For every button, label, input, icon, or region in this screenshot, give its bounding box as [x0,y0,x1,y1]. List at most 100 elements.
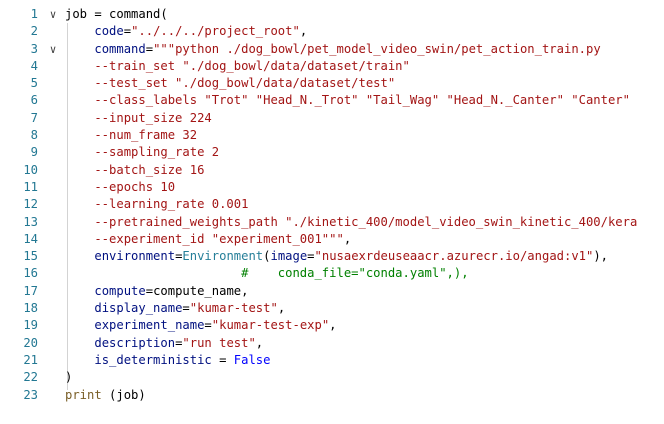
code-token: compute [94,283,146,298]
code-token: job = command( [65,7,168,21]
code-token: --num_frame 32 [65,128,198,143]
code-line[interactable]: 11 --epochs 10 [0,179,664,196]
code-token: "kumar-test" [189,301,278,316]
code-text: code="../../../project_root", [65,23,307,40]
code-token: command [94,41,146,56]
code-token: --input_size 224 [65,110,212,125]
code-editor[interactable]: 1 ∨ job = command(2 code="../../../project… [0,0,664,424]
code-line[interactable]: 23 print (job) [0,387,664,404]
code-line[interactable]: 9 --sampling_rate 2 [0,144,664,161]
code-token: "run test" [182,335,256,350]
code-text: is_deterministic = False [65,352,270,369]
code-token: --test_set "./dog_bowl/data/dataset/test… [65,76,396,91]
fold-chevron-icon[interactable]: ∨ [46,6,60,23]
code-token: (job) [101,387,146,402]
code-line[interactable]: 18 display_name="kumar-test", [0,300,664,317]
line-number: 7 [30,110,38,125]
line-number: 13 [23,214,38,229]
line-number: 11 [23,179,38,194]
code-token: False [233,352,271,367]
code-token: , [329,318,337,333]
code-line[interactable]: 2 code="../../../project_root", [0,23,664,40]
line-number: 9 [30,145,38,160]
line-number: 2 [30,24,38,39]
code-line[interactable]: 6 --class_labels "Trot" "Head_N._Trot" "… [0,92,664,109]
code-token: =compute_name, [145,283,249,298]
line-number: 1 [30,7,38,21]
code-line[interactable]: 22) [0,369,664,386]
code-token: , [299,24,308,39]
code-text: --class_labels "Trot" "Head_N._Trot" "Ta… [65,92,630,109]
code-token: description [94,335,176,350]
line-number: 15 [23,249,38,264]
code-token: --sampling_rate 2 [65,145,220,160]
line-number: 12 [23,197,38,212]
code-token: "../../../project_root" [131,24,300,39]
code-token: = [204,318,212,333]
code-line[interactable]: 21 is_deterministic = False [0,352,664,369]
code-token: """python ./dog_bowl/pet_model_video_swi… [153,41,601,56]
code-text: --input_size 224 [65,110,212,127]
code-token: "kumar-test-exp" [211,318,330,333]
code-token: is_deterministic [94,352,212,367]
code-text: job = command( [65,6,168,23]
code-token: Environment [182,249,264,264]
code-text: --experiment_id "experiment_001""", [65,231,351,248]
code-text: description="run test", [65,335,263,352]
code-token: , [277,301,286,316]
code-token: = [145,41,154,56]
code-token: image [270,249,308,264]
code-text: display_name="kumar-test", [65,300,285,317]
code-text: print (job) [65,387,146,404]
code-text: --sampling_rate 2 [65,144,219,161]
line-number: 23 [23,387,38,402]
code-line[interactable]: 17 compute=compute_name, [0,283,664,300]
code-line[interactable]: 14 --experiment_id "experiment_001""", [0,231,664,248]
code-line[interactable]: 8 --num_frame 32 [0,127,664,144]
line-number: 5 [30,76,38,91]
code-line[interactable]: 16 # conda_file="conda.yaml",), [0,265,664,282]
code-token: experiment_name [94,318,205,333]
code-token: ) [65,370,73,385]
code-line[interactable]: 12 --learning_rate 0.001 [0,196,664,213]
fold-chevron-icon[interactable]: ∨ [46,41,60,58]
code-token: = [211,352,234,367]
code-token: , [343,231,352,246]
code-token: --batch_size 16 [65,162,205,177]
code-line[interactable]: 1 ∨ job = command( [0,6,664,23]
code-token: "nusaexrdeuseaacr.azurecr.io/angad:v1" [314,249,594,264]
code-token: --class_labels "Trot" "Head_N._Trot" "Ta… [65,93,630,108]
code-text: --batch_size 16 [65,162,204,179]
code-text: experiment_name="kumar-test-exp", [65,317,337,334]
code-text: command="""python ./dog_bowl/pet_model_v… [65,41,601,58]
code-token: = [123,24,132,39]
code-line[interactable]: 13 --pretrained_weights_path "./kinetic_… [0,214,664,231]
code-line[interactable]: 5 --test_set "./dog_bowl/data/dataset/te… [0,75,664,92]
line-number: 17 [23,283,38,298]
code-line[interactable]: 10 --batch_size 16 [0,162,664,179]
code-text: --epochs 10 [65,179,175,196]
line-number: 4 [30,58,38,73]
code-line[interactable]: 15 environment=Environment(image="nusaex… [0,248,664,265]
line-number: 22 [23,370,38,385]
code-token: --train_set "./dog_bowl/data/dataset/tra… [65,58,410,73]
line-number: 10 [23,162,38,177]
line-number: 21 [23,352,38,367]
line-number: 16 [23,266,38,281]
code-text: # conda_file="conda.yaml",), [65,265,468,282]
code-token: --experiment_id "experiment_001""" [65,231,344,246]
code-token: environment [94,249,176,264]
code-line[interactable]: 19 experiment_name="kumar-test-exp", [0,317,664,334]
code-line[interactable]: 7 --input_size 224 [0,110,664,127]
code-text: ) [65,369,72,386]
code-token: code [94,24,124,39]
code-line[interactable]: 20 description="run test", [0,335,664,352]
code-token: print [65,387,102,402]
code-line[interactable]: 3 ∨ command="""python ./dog_bowl/pet_mode… [0,41,664,58]
code-line[interactable]: 4 --train_set "./dog_bowl/data/dataset/t… [0,58,664,75]
